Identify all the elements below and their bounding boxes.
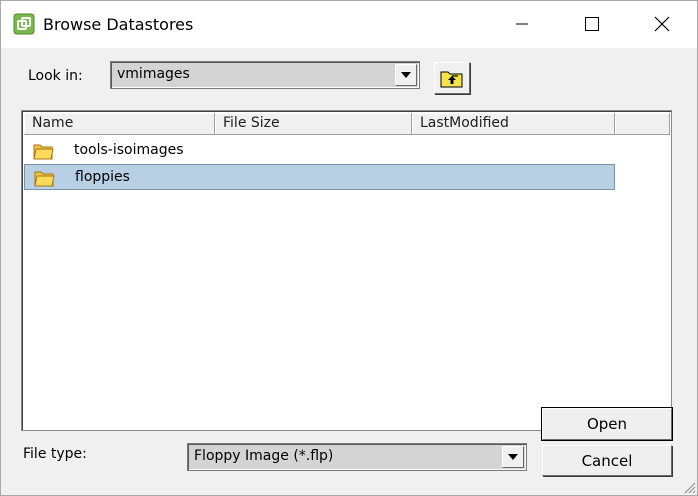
dialog-body: Look in: vmimages Name File Size LastMod… — [0, 48, 698, 496]
look-in-value: vmimages — [117, 66, 190, 82]
list-item[interactable]: tools-isoimages — [24, 138, 615, 164]
title-bar[interactable]: Browse Datastores — [0, 0, 698, 48]
column-header-last-modified[interactable]: LastModified — [412, 113, 615, 135]
chevron-down-icon — [401, 72, 411, 78]
maximize-button[interactable] — [569, 1, 615, 47]
folder-icon — [33, 144, 54, 160]
resize-grip-icon[interactable] — [682, 480, 696, 494]
close-button[interactable] — [639, 1, 685, 47]
look-in-label: Look in: — [28, 68, 83, 84]
window-title: Browse Datastores — [43, 15, 194, 34]
chevron-down-icon — [508, 454, 518, 460]
list-item-name: floppies — [75, 169, 130, 185]
up-folder-icon — [440, 71, 463, 88]
minimize-button[interactable] — [499, 1, 545, 47]
file-type-combobox[interactable]: Floppy Image (*.flp) — [187, 443, 527, 471]
column-header-file-size[interactable]: File Size — [215, 113, 412, 135]
file-type-value: Floppy Image (*.flp) — [194, 448, 334, 464]
cancel-button[interactable]: Cancel — [542, 445, 672, 476]
file-list[interactable]: Name File Size LastModified tools-isoima… — [21, 110, 672, 431]
column-header-name[interactable]: Name — [24, 113, 215, 135]
file-type-label: File type: — [23, 446, 87, 462]
file-type-dropdown-button[interactable] — [502, 446, 524, 468]
vsphere-app-icon — [13, 13, 35, 35]
maximize-icon — [585, 17, 599, 31]
column-header-filler — [615, 113, 670, 135]
list-item-selected[interactable]: floppies — [24, 164, 615, 190]
list-item-name: tools-isoimages — [74, 142, 184, 158]
open-button[interactable]: Open — [541, 407, 673, 441]
look-in-dropdown-button[interactable] — [395, 64, 417, 86]
up-one-level-button[interactable] — [434, 62, 470, 94]
look-in-combobox[interactable]: vmimages — [110, 61, 420, 89]
folder-icon — [34, 171, 55, 187]
minimize-icon — [516, 23, 528, 25]
close-icon — [654, 16, 670, 32]
